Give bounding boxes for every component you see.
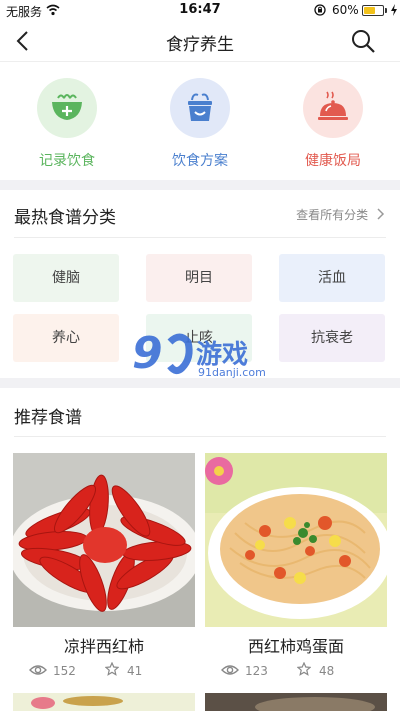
favorites-count: 48 (319, 664, 335, 678)
tomato-salad-illustration (13, 453, 195, 627)
category-mingmu[interactable]: 明目 (146, 254, 252, 302)
battery-tip (385, 8, 387, 13)
recipe-image-partial (205, 693, 387, 711)
recipe-card[interactable]: 西红柿鸡蛋面 123 48 (205, 453, 387, 679)
search-icon[interactable] (350, 28, 376, 54)
basket-icon (188, 93, 212, 121)
status-bar: 无服务 16:47 60% (0, 0, 400, 20)
rotation-lock-icon (314, 4, 326, 16)
diet-plan-label: 饮食方案 (172, 153, 228, 169)
record-diet-label: 记录饮食 (39, 153, 95, 169)
divider (14, 436, 386, 437)
recommend-title: 推荐食谱 (14, 408, 82, 428)
health-dinner-icon-circle (303, 78, 363, 138)
recipe-card-partial[interactable] (13, 693, 195, 711)
recipe-stats: 123 48 (205, 662, 387, 679)
category-huoxue[interactable]: 活血 (279, 254, 385, 302)
category-jiannao[interactable]: 健脑 (13, 254, 119, 302)
see-all-categories-link[interactable]: 查看所有分类 (296, 206, 386, 223)
battery-percent: 60% (332, 3, 359, 17)
eye-icon (29, 665, 47, 675)
health-dinner-label: 健康饭局 (305, 153, 361, 169)
dining-cloche-icon (318, 91, 348, 120)
page-title: 食疗养生 (166, 35, 234, 55)
watermark-logo: 9 游戏 91danji.com (132, 328, 272, 384)
favorites-count: 41 (127, 664, 143, 678)
record-diet-button[interactable]: 记录饮食 (7, 78, 127, 170)
recipe-image-partial (13, 693, 195, 711)
categories-title: 最热食谱分类 (14, 208, 116, 228)
recipe-name: 西红柿鸡蛋面 (247, 637, 344, 656)
views-count: 123 (245, 664, 268, 678)
tomato-egg-noodles-illustration (205, 453, 387, 627)
star-icon[interactable] (105, 662, 119, 676)
charging-bolt-icon (391, 4, 397, 16)
recipe-card-partial[interactable] (205, 693, 387, 711)
category-kangshuailao[interactable]: 抗衰老 (279, 314, 385, 362)
record-diet-icon-circle (37, 78, 97, 138)
see-all-label: 查看所有分类 (296, 208, 369, 222)
diet-plan-icon-circle (170, 78, 230, 138)
bowl-plus-icon (52, 94, 82, 120)
chevron-right-icon (377, 208, 385, 220)
divider (14, 237, 386, 238)
battery-icon (362, 5, 384, 16)
watermark-site: 91danji.com (198, 366, 266, 379)
recipe-name: 凉拌西红柿 (63, 637, 144, 656)
star-icon[interactable] (297, 662, 311, 676)
views-count: 152 (53, 664, 76, 678)
recipe-image-tomato-egg-noodles[interactable] (205, 453, 387, 627)
health-dinner-button[interactable]: 健康饭局 (273, 78, 393, 170)
nav-bar: 食疗养生 (0, 20, 400, 62)
section-gap (0, 180, 400, 190)
eye-icon (221, 665, 239, 675)
svg-text:9: 9 (132, 328, 163, 379)
category-yangxin[interactable]: 养心 (13, 314, 119, 362)
feature-shortcuts: 记录饮食 饮食方案 健康饭局 (0, 62, 400, 180)
recipe-stats: 152 41 (13, 662, 195, 679)
recipe-image-tomato-salad[interactable] (13, 453, 195, 627)
diet-plan-button[interactable]: 饮食方案 (140, 78, 260, 170)
recipe-card[interactable]: 凉拌西红柿 152 41 (13, 453, 195, 679)
